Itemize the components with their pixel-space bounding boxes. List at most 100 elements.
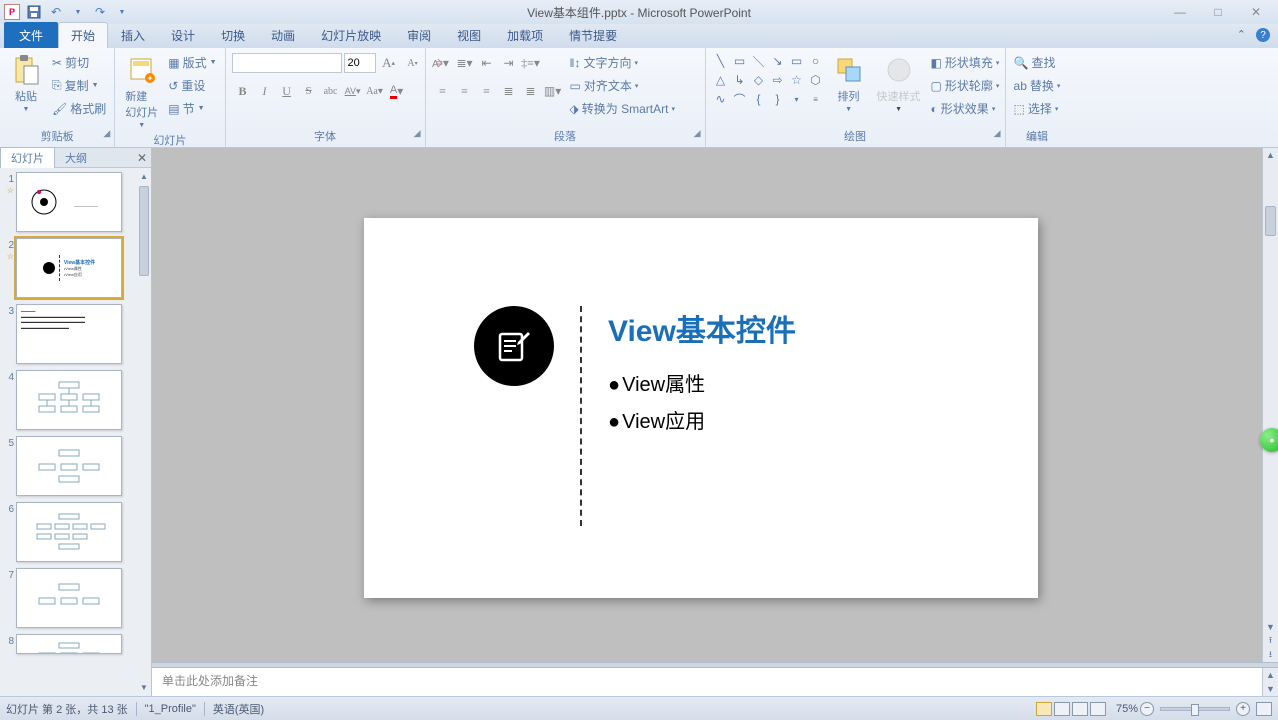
- thumb-6[interactable]: 6: [2, 502, 149, 562]
- notes-scrollbar[interactable]: ▲▼: [1262, 668, 1278, 696]
- new-slide-button[interactable]: ✦ 新建 幻灯片 ▼: [121, 52, 162, 131]
- tab-outline-thumbs[interactable]: 大纲: [55, 148, 97, 168]
- language-indicator[interactable]: 英语(英国): [213, 701, 264, 717]
- help-icon[interactable]: ?: [1256, 28, 1270, 42]
- underline-button[interactable]: U: [276, 80, 298, 102]
- tab-addins[interactable]: 加载项: [494, 22, 556, 48]
- thumb-2[interactable]: 2☆View基本控件•View属性•View应用: [2, 238, 149, 298]
- italic-button[interactable]: I: [254, 80, 276, 102]
- paste-button[interactable]: 粘贴 ▼: [6, 52, 46, 115]
- zoom-in-button[interactable]: +: [1236, 702, 1250, 716]
- copy-button[interactable]: ⎘复制▼: [50, 75, 108, 96]
- columns-button[interactable]: ▥▾: [542, 80, 564, 102]
- normal-view-button[interactable]: [1036, 702, 1052, 716]
- undo-dropdown[interactable]: ▼: [70, 4, 86, 20]
- grow-font-button[interactable]: A▴: [378, 52, 400, 74]
- scroll-up-button[interactable]: ▲: [1263, 148, 1278, 162]
- dialog-launcher-icon[interactable]: ◢: [103, 128, 110, 139]
- reset-button[interactable]: ↺重设: [166, 75, 218, 96]
- bold-button[interactable]: B: [232, 80, 254, 102]
- vertical-scrollbar[interactable]: ▲ ▼ ⭱ ⭳: [1262, 148, 1278, 662]
- notes-pane[interactable]: 单击此处添加备注 ▲▼: [152, 668, 1278, 696]
- select-button[interactable]: ⬚选择▾: [1012, 98, 1063, 119]
- thumb-3[interactable]: 3━━━━━━▬▬▬▬▬▬▬▬▬▬▬▬▬▬▬▬▬▬▬▬▬▬▬▬▬▬▬▬▬▬▬▬▬…: [2, 304, 149, 364]
- maximize-button[interactable]: □: [1208, 5, 1228, 19]
- save-button[interactable]: [26, 4, 42, 20]
- thumb-scrollbar[interactable]: ▲▼: [139, 172, 149, 692]
- scroll-down-button[interactable]: ▼: [1263, 620, 1278, 634]
- shape-line[interactable]: ╲: [712, 52, 730, 70]
- minimize-ribbon-icon[interactable]: ⌃: [1237, 28, 1246, 42]
- shape-arrow[interactable]: ↘: [769, 52, 787, 70]
- shape-scroll[interactable]: ≡: [807, 90, 825, 108]
- slide-title[interactable]: View基本控件: [608, 306, 796, 350]
- indent-button[interactable]: ⇥: [498, 52, 520, 74]
- thumb-5[interactable]: 5: [2, 436, 149, 496]
- tab-transitions[interactable]: 切换: [208, 22, 258, 48]
- shapes-gallery[interactable]: ╲▭＼↘▭○ △↳◇⇨☆⬡ ∿⌒{}▾≡: [712, 52, 825, 108]
- format-painter-button[interactable]: 🖌格式刷: [50, 98, 108, 119]
- align-center-button[interactable]: ≡: [454, 80, 476, 102]
- shape-line2[interactable]: ＼: [750, 52, 768, 70]
- slide-canvas[interactable]: View基本控件 View属性 View应用: [364, 218, 1038, 598]
- slide-bullet-2[interactable]: View应用: [608, 405, 796, 434]
- smartart-button[interactable]: ⬗转换为 SmartArt▾: [568, 98, 677, 119]
- close-button[interactable]: ✕: [1246, 5, 1266, 19]
- spacing-button[interactable]: AV▾: [342, 80, 364, 102]
- shape-more[interactable]: ▾: [788, 90, 806, 108]
- outdent-button[interactable]: ⇤: [476, 52, 498, 74]
- zoom-level[interactable]: 75%: [1116, 703, 1138, 715]
- bullets-button[interactable]: ≡▾: [432, 52, 454, 74]
- case-button[interactable]: Aa▾: [364, 80, 386, 102]
- reading-view-button[interactable]: [1072, 702, 1088, 716]
- tab-review[interactable]: 审阅: [394, 22, 444, 48]
- dialog-launcher-icon[interactable]: ◢: [414, 128, 421, 139]
- tab-slides-thumbs[interactable]: 幻灯片: [0, 147, 55, 168]
- shape-brace2[interactable]: }: [769, 90, 787, 108]
- dialog-launcher-icon[interactable]: ◢: [694, 128, 701, 139]
- find-button[interactable]: 🔍查找: [1012, 52, 1063, 73]
- tab-storyline[interactable]: 情节提要: [556, 22, 630, 48]
- align-left-button[interactable]: ≡: [432, 80, 454, 102]
- shape-fill-button[interactable]: ◧形状填充▾: [929, 52, 1002, 73]
- shape-brace[interactable]: {: [750, 90, 768, 108]
- cut-button[interactable]: ✂剪切: [50, 52, 108, 73]
- layout-button[interactable]: ▦版式▼: [166, 52, 218, 73]
- thumb-scrollbar-handle[interactable]: [139, 186, 149, 276]
- minimize-button[interactable]: —: [1170, 5, 1190, 19]
- shape-tri[interactable]: △: [712, 71, 730, 89]
- replace-button[interactable]: ab替换▾: [1012, 75, 1063, 96]
- shape-curve[interactable]: ∿: [712, 90, 730, 108]
- text-direction-button[interactable]: ‖↕文字方向▾: [568, 52, 677, 73]
- zoom-out-button[interactable]: −: [1140, 702, 1154, 716]
- shape-arc[interactable]: ⌒: [731, 90, 749, 108]
- align-right-button[interactable]: ≡: [476, 80, 498, 102]
- qat-customize[interactable]: ▼: [114, 4, 130, 20]
- shape-diamond[interactable]: ◇: [750, 71, 768, 89]
- thumb-8[interactable]: 8: [2, 634, 149, 654]
- undo-button[interactable]: ↶: [48, 4, 64, 20]
- prev-slide-button[interactable]: ⭱: [1263, 634, 1278, 648]
- tab-view[interactable]: 视图: [444, 22, 494, 48]
- tab-slideshow[interactable]: 幻灯片放映: [308, 22, 394, 48]
- tab-insert[interactable]: 插入: [108, 22, 158, 48]
- justify-button[interactable]: ≣: [498, 80, 520, 102]
- tab-home[interactable]: 开始: [58, 22, 108, 48]
- shape-arrow2[interactable]: ⇨: [769, 71, 787, 89]
- shape-hex[interactable]: ⬡: [807, 71, 825, 89]
- font-color-button[interactable]: A▾: [386, 80, 408, 102]
- linespace-button[interactable]: ‡≡▾: [520, 52, 542, 74]
- shrink-font-button[interactable]: A▾: [402, 52, 424, 74]
- shape-rect2[interactable]: ▭: [788, 52, 806, 70]
- next-slide-button[interactable]: ⭳: [1263, 648, 1278, 662]
- scrollbar-handle[interactable]: [1265, 206, 1276, 236]
- slide-bullet-1[interactable]: View属性: [608, 368, 796, 397]
- font-size-select[interactable]: [344, 53, 376, 73]
- close-pane-button[interactable]: ✕: [137, 151, 147, 165]
- dialog-launcher-icon[interactable]: ◢: [994, 128, 1001, 139]
- sorter-view-button[interactable]: [1054, 702, 1070, 716]
- thumbnail-list[interactable]: 1☆—————— 2☆View基本控件•View属性•View应用 3━━━━━…: [0, 168, 151, 696]
- slide-area[interactable]: View基本控件 View属性 View应用 ▲ ▼ ⭱ ⭳ ●: [152, 148, 1278, 662]
- zoom-slider[interactable]: [1160, 707, 1230, 711]
- shape-star[interactable]: ☆: [788, 71, 806, 89]
